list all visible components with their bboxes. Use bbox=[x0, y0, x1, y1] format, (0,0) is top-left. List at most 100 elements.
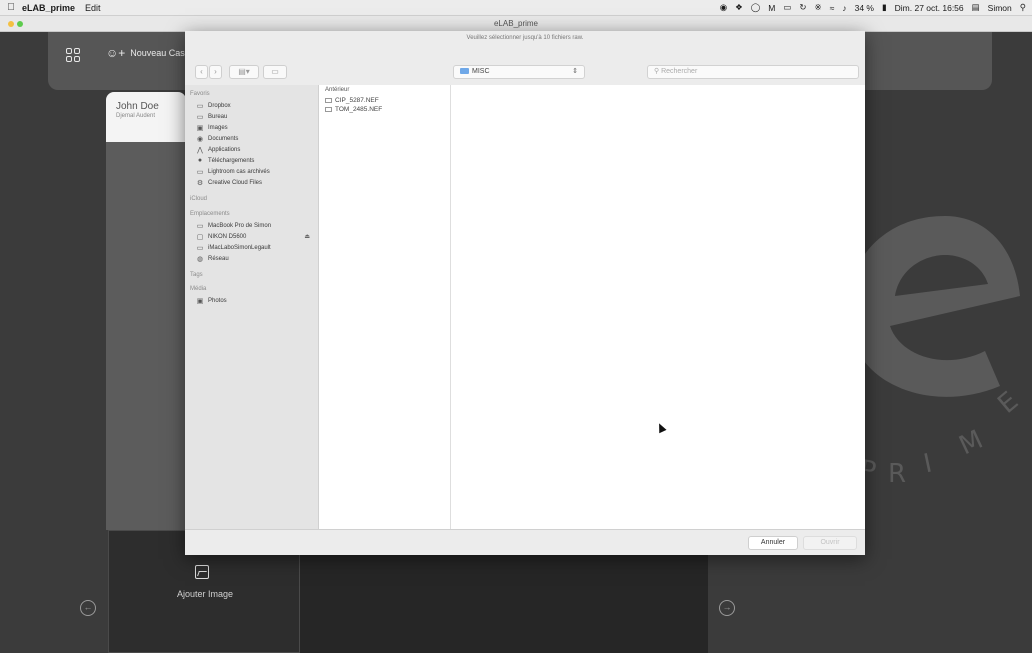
menubar:  eLAB_prime Edit ◉ ❖ ◯ M ▭ ↻ ※ ≈ ♪ 34 %… bbox=[0, 0, 1032, 16]
file-item[interactable]: CIP_5287.NEF bbox=[319, 96, 450, 105]
view-mode-button[interactable]: ▤▾ bbox=[229, 65, 259, 79]
battery-icon[interactable]: ▮ bbox=[882, 2, 887, 13]
window-title: eLAB_prime bbox=[493, 19, 539, 28]
file-item[interactable]: TOM_2485.NEF bbox=[319, 105, 450, 114]
sidebar-item-imac[interactable]: ▭ iMacLaboSimonLegault bbox=[190, 242, 318, 253]
time-machine-icon[interactable]: ↻ bbox=[799, 2, 806, 13]
sidebar-item-bureau[interactable]: ▭ Bureau bbox=[190, 111, 318, 122]
search-placeholder: Rechercher bbox=[661, 68, 698, 75]
creative-cloud-icon: ⚙ bbox=[196, 179, 204, 187]
sidebar-item-label: Lightroom cas archivés bbox=[208, 168, 270, 175]
network-icon: ◍ bbox=[196, 255, 204, 263]
sidebar-item-images[interactable]: ▣ Images bbox=[190, 122, 318, 133]
apple-icon[interactable]:  bbox=[0, 2, 22, 13]
volume-icon[interactable]: ♪ bbox=[842, 3, 846, 13]
browser-column: Antérieur CIP_5287.NEF TOM_2485.NEF bbox=[319, 85, 451, 529]
circle-icon[interactable]: ◯ bbox=[751, 2, 761, 13]
file-name: CIP_5287.NEF bbox=[335, 97, 379, 104]
download-icon: ● bbox=[197, 157, 203, 164]
photos-icon: ▣ bbox=[196, 297, 204, 305]
add-person-icon: ☺+ bbox=[106, 46, 126, 60]
minimize-button[interactable] bbox=[8, 21, 14, 27]
cancel-button[interactable]: Annuler bbox=[748, 536, 798, 550]
add-image-label: Ajouter Image bbox=[176, 589, 234, 599]
column-header: Antérieur bbox=[325, 87, 350, 93]
location-label: MISC bbox=[472, 68, 490, 75]
folder-icon: ▭ bbox=[196, 102, 204, 110]
previous-arrow-icon[interactable]: ← bbox=[80, 600, 96, 616]
dialog-message: Veuillez sélectionner jusqu'à 10 fichier… bbox=[466, 35, 584, 41]
wifi-icon[interactable]: ≈ bbox=[830, 3, 835, 13]
mail-icon[interactable]: M bbox=[768, 3, 775, 13]
sidebar-item-label: Réseau bbox=[208, 255, 229, 262]
new-case-button[interactable]: ☺+ Nouveau Cas bbox=[106, 46, 185, 60]
file-icon bbox=[325, 98, 332, 103]
window-titlebar: eLAB_prime bbox=[0, 16, 1032, 32]
file-name: TOM_2485.NEF bbox=[335, 106, 383, 113]
logo-letter: R bbox=[888, 459, 907, 489]
eject-icon[interactable]: ⏏ bbox=[304, 233, 310, 240]
sidebar-item-dropbox[interactable]: ▭ Dropbox bbox=[190, 100, 318, 111]
desktop-icon: ▭ bbox=[196, 113, 204, 121]
finder-sidebar: Favoris ▭ Dropbox ▭ Bureau ▣ Images ◉ Docume… bbox=[185, 85, 319, 529]
sidebar-item-label: Dropbox bbox=[208, 102, 231, 109]
user-switch-icon[interactable]: ▤ bbox=[972, 2, 980, 13]
sidebar-section-locations: Emplacements bbox=[190, 211, 230, 217]
window-controls bbox=[8, 21, 23, 27]
battery-percent[interactable]: 34 % bbox=[855, 3, 874, 13]
forward-button[interactable]: › bbox=[209, 65, 222, 79]
sidebar-item-label: Photos bbox=[208, 297, 227, 304]
folder-icon: ▭ bbox=[196, 168, 204, 176]
sidebar-item-lightroom[interactable]: ▭ Lightroom cas archivés bbox=[190, 166, 318, 177]
sidebar-item-photos[interactable]: ▣ Photos bbox=[190, 295, 318, 306]
open-button[interactable]: Ouvrir bbox=[803, 536, 857, 550]
new-case-label: Nouveau Cas bbox=[130, 48, 185, 58]
menubar-user[interactable]: Simon bbox=[988, 3, 1012, 13]
menubar-status: ◉ ❖ ◯ M ▭ ↻ ※ ≈ ♪ 34 % ▮ Dim. 27 oct. 16… bbox=[720, 2, 1032, 13]
sidebar-section-tags: Tags bbox=[190, 272, 203, 278]
dialog-footer: Annuler Ouvrir bbox=[185, 529, 865, 555]
grid-icon[interactable] bbox=[66, 48, 80, 62]
computer-icon: ▭ bbox=[196, 244, 204, 252]
sidebar-item-label: iMacLaboSimonLegault bbox=[208, 244, 271, 251]
patient-card[interactable]: John Doe Djemal Audent bbox=[106, 92, 186, 142]
search-input[interactable]: ⚲ Rechercher bbox=[647, 65, 859, 79]
sidebar-item-label: Téléchargements bbox=[208, 157, 255, 164]
search-icon: ⚲ bbox=[654, 68, 660, 75]
sidebar-item-label: Images bbox=[208, 124, 228, 131]
image-icon bbox=[195, 565, 209, 579]
case-list-panel: John Doe Djemal Audent bbox=[106, 92, 186, 545]
sidebar-section-icloud: iCloud bbox=[190, 196, 208, 202]
menubar-datetime[interactable]: Dim. 27 oct. 16:56 bbox=[895, 3, 964, 13]
folder-icon bbox=[460, 68, 469, 75]
display-icon[interactable]: ▭ bbox=[783, 2, 791, 13]
menu-app-name[interactable]: eLAB_prime bbox=[22, 3, 75, 13]
dropbox-icon[interactable]: ❖ bbox=[735, 2, 743, 13]
new-folder-button[interactable]: ▭ bbox=[263, 65, 287, 79]
sidebar-item-applications[interactable]: ⋀ Applications bbox=[190, 144, 318, 155]
sidebar-item-nikon[interactable]: ▢ NIKON D5600 ⏏ bbox=[190, 231, 318, 242]
laptop-icon: ▭ bbox=[196, 222, 204, 230]
menu-edit[interactable]: Edit bbox=[85, 3, 101, 13]
images-icon: ▣ bbox=[196, 124, 204, 132]
next-arrow-icon[interactable]: → bbox=[719, 600, 735, 616]
sidebar-item-network[interactable]: ◍ Réseau bbox=[190, 253, 318, 264]
sidebar-item-downloads[interactable]: ● Téléchargements bbox=[190, 155, 318, 166]
preview-column bbox=[451, 85, 865, 529]
record-icon[interactable]: ◉ bbox=[720, 2, 727, 13]
patient-subtitle: Djemal Audent bbox=[116, 113, 156, 119]
applications-icon: ⋀ bbox=[197, 146, 203, 154]
sidebar-item-documents[interactable]: ◉ Documents bbox=[190, 133, 318, 144]
location-popup[interactable]: MISC ⇕ bbox=[453, 65, 585, 79]
sidebar-item-macbook[interactable]: ▭ MacBook Pro de Simon bbox=[190, 220, 318, 231]
sidebar-item-label: Applications bbox=[208, 146, 241, 153]
sidebar-item-label: NIKON D5600 bbox=[208, 233, 247, 240]
back-button[interactable]: ‹ bbox=[195, 65, 208, 79]
zoom-button[interactable] bbox=[17, 21, 23, 27]
open-file-dialog: Veuillez sélectionner jusqu'à 10 fichier… bbox=[185, 31, 865, 555]
sidebar-item-label: MacBook Pro de Simon bbox=[208, 222, 272, 229]
bluetooth-icon[interactable]: ※ bbox=[815, 2, 822, 13]
patient-name: John Doe bbox=[116, 101, 159, 112]
spotlight-icon[interactable]: ⚲ bbox=[1020, 2, 1026, 13]
sidebar-item-creative-cloud[interactable]: ⚙ Creative Cloud Files bbox=[190, 177, 318, 188]
